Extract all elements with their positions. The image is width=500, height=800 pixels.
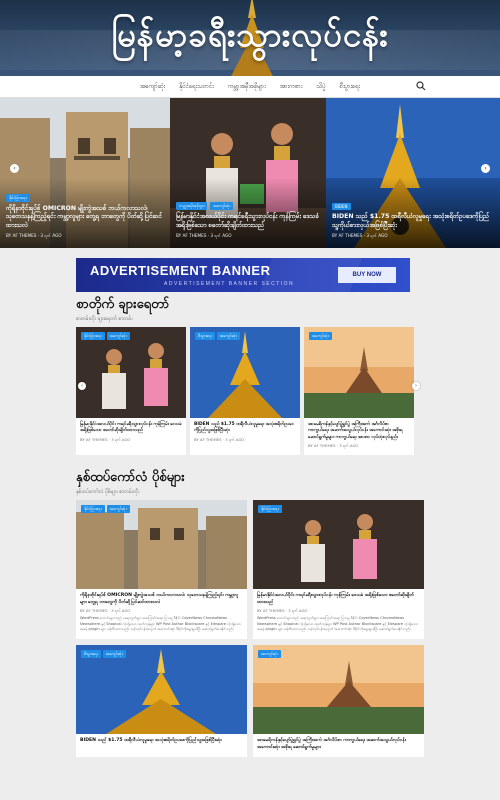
- slide-1[interactable]: နိုင်ငံခြားရေး ကိုရိုနာဗိုင်းရပ်စ် OMICR…: [0, 98, 170, 248]
- post-card[interactable]: အကျော်ဆုံး အာမေရိကန်နှင့်ပျော်ပွဲရွှင်ပွ…: [253, 645, 424, 758]
- slide-3-meta: BY AF THEMES · 3 ရက် AGO: [332, 233, 388, 238]
- two-column-grid: နိုင်ငံခြားရေး အကျော်ဆုံး ကိုရိုနာဗိုင်း…: [76, 500, 424, 639]
- slide-2-meta: BY AF THEMES · 3 ရက် AGO: [176, 233, 232, 238]
- slide-1-title[interactable]: ကိုရိုနာဗိုင်းရပ်စ် OMICRON မျိုးကွဲအသစ်…: [6, 205, 164, 230]
- two-column-section: နှစ်ထပ်ကော်လံ ပိုစ်များ နှစ်ထပ်ကော်လံ ပိ…: [0, 469, 500, 758]
- post-meta: BY AF THEMES · 3 ရက် AGO: [80, 608, 131, 614]
- slide-1-meta: BY AF THEMES · 3 ရက် AGO: [6, 233, 62, 238]
- section-title: နှစ်ထပ်ကော်လံ ပိုစ်များ: [76, 470, 185, 485]
- kayan-women-image: [76, 327, 186, 418]
- post-title[interactable]: BIDEN သည် $1.75 ထရီလီယံလူမှုရေး အသုံးစရိ…: [194, 422, 296, 435]
- category-tag[interactable]: အကျော်ဆုံး: [258, 650, 281, 658]
- post-title[interactable]: ကိုရိုနာဗိုင်းရပ်စ် OMICRON မျိုးကွဲအသစ်…: [80, 593, 243, 606]
- category-tag[interactable]: အကျော်ဆုံး: [102, 650, 126, 658]
- category-tag[interactable]: စီးပွားရေး: [81, 650, 101, 658]
- post-title[interactable]: မြန်မာနိုင်ငံအလယ်ပိုင်း ကရင်ခရီးသွားလုပ်…: [80, 422, 182, 435]
- post-title[interactable]: မြန်မာနိုင်ငံအလယ်ပိုင်း ကရင်ခရီးသွားလုပ်…: [257, 593, 420, 606]
- bagan-temple-image: [253, 645, 424, 734]
- slide-3[interactable]: BIDEN BIDEN သည် $1.75 ထရီလီယံလူမှုရေး အသ…: [326, 98, 500, 248]
- post-card[interactable]: နိုင်ငံခြားရေး အကျော်ဆုံး မြန်မာနိုင်ငံအ…: [76, 327, 186, 455]
- search-icon[interactable]: [416, 81, 426, 91]
- slide-2-title[interactable]: မြန်မာနိုင်ငံအလယ်ပိုင်း ကရင်ခရီးသွားလုပ်…: [176, 213, 320, 230]
- post-card[interactable]: အကျော်ဆုံး အာမေရိကန်နှင့်ပျော်ပွဲရွှင်ပွ…: [304, 327, 414, 455]
- post-meta: BY AF THEMES · 3 ရက် AGO: [80, 436, 131, 442]
- post-excerpt: WordPress ကောင်းများသည် ပရောဂျက်များ အကြ…: [80, 616, 241, 632]
- ad-subtitle: ADVERTISEMENT BANNER SECTION: [164, 281, 295, 287]
- street-buildings-image: [76, 500, 247, 589]
- category-tag[interactable]: နိုင်ငံခြားရေး: [81, 332, 105, 340]
- category-tag[interactable]: BIDEN: [332, 203, 351, 211]
- slide-1-caption: နိုင်ငံခြားရေး ကိုရိုနာဗိုင်းရပ်စ် OMICR…: [6, 193, 164, 240]
- nav-item-5[interactable]: သိပ္ပံ: [316, 82, 325, 91]
- post-card[interactable]: နိုင်ငံခြားရေး မြန်မာနိုင်ငံအလယ်ပိုင်း က…: [253, 500, 424, 639]
- section-subtitle: နှစ်ထပ်ကော်လံ ပိုစ်များ စာတမ်းတိုး: [76, 489, 140, 495]
- post-card[interactable]: နိုင်ငံခြားရေး အကျော်ဆုံး ကိုရိုနာဗိုင်း…: [76, 500, 247, 639]
- nav-item-3[interactable]: ကမ္ဘာ့အမှီအခိုများ: [228, 82, 266, 91]
- main-nav: အကျော်ဆုံး နိုင်ငံရေးသတင်း ကမ္ဘာ့အမှီအခိ…: [0, 76, 500, 98]
- slide-3-title[interactable]: BIDEN သည် $1.75 ထရီလီယံလူမှုရေး အသုံးစရိ…: [332, 213, 494, 230]
- section-title: စာတိုက် ချားရေတာ်: [76, 297, 170, 312]
- ad-heading: ADVERTISEMENT BANNER: [90, 263, 271, 278]
- ad-banner[interactable]: ADVERTISEMENT BANNER ADVERTISEMENT BANNE…: [76, 258, 410, 292]
- carousel-prev-arrow[interactable]: ‹: [78, 382, 86, 390]
- nav-item-2[interactable]: နိုင်ငံရေးသတင်း: [179, 82, 213, 91]
- kayan-women-image: [253, 500, 424, 589]
- page: မြန်မာ့ခရီးသွားလုပ်ငန်း အကျော်ဆုံး နိုင်…: [0, 0, 500, 800]
- category-tag[interactable]: အကျော်ဆုံး: [216, 332, 240, 340]
- post-meta: BY AF THEMES · 3 ရက် AGO: [194, 436, 245, 442]
- slider-next-arrow[interactable]: ›: [481, 164, 490, 173]
- nav-item-4[interactable]: အားကစား: [280, 82, 303, 91]
- category-tag[interactable]: အကျော်ဆုံး: [210, 202, 234, 211]
- slide-3-caption: BIDEN BIDEN သည် $1.75 ထရီလီယံလူမှုရေး အသ…: [332, 203, 494, 240]
- slide-2-caption: ကမ္ဘာ့အမှီအခိုများ အကျော်ဆုံး မြန်မာနိုင…: [176, 202, 320, 240]
- ad-section: ADVERTISEMENT BANNER ADVERTISEMENT BANNE…: [0, 248, 500, 294]
- category-tag[interactable]: နိုင်ငံခြားရေး: [6, 193, 30, 202]
- post-title[interactable]: အာမေရိကန်နှင့်ပျော်ပွဲရွှင်ပွဲ အကြီးအကဲ …: [257, 738, 420, 751]
- post-card[interactable]: စီးပွားရေး အကျော်ဆုံး BIDEN သည် $1.75 ထရ…: [190, 327, 300, 455]
- post-title[interactable]: အာမေရိကန်နှင့်ပျော်ပွဲရွှင်ပွဲ အကြီးအကဲ …: [308, 422, 410, 441]
- post-card[interactable]: စီးပွားရေး အကျော်ဆုံး BIDEN သည် $1.75 ထရ…: [76, 645, 247, 758]
- category-tag[interactable]: နိုင်ငံခြားရေး: [81, 505, 105, 513]
- category-tag[interactable]: ကမ္ဘာ့အမှီအခိုများ: [176, 202, 208, 211]
- post-title[interactable]: BIDEN သည် $1.75 ထရီလီယံလူမှုရေး အသုံးစရိ…: [80, 738, 243, 745]
- post-excerpt: WordPress ကောင်းများသည် ပရောဂျက်များ အကြ…: [257, 616, 418, 632]
- golden-pagoda-image: [76, 645, 247, 734]
- post-meta: BY AF THEMES · 3 ရက် AGO: [257, 608, 308, 614]
- nav-item-1[interactable]: အကျော်ဆုံး: [140, 82, 165, 91]
- site-header: မြန်မာ့ခရီးသွားလုပ်ငန်း: [0, 0, 500, 76]
- buy-now-button[interactable]: BUY NOW: [338, 267, 396, 283]
- category-tag[interactable]: နိုင်ငံခြားရေး: [258, 505, 282, 513]
- slider-prev-arrow[interactable]: ‹: [10, 164, 19, 173]
- post-meta: BY AF THEMES · 3 ရက် AGO: [308, 443, 359, 449]
- carousel-next-arrow[interactable]: ›: [412, 382, 420, 390]
- nav-item-6[interactable]: စီးပွားရေး: [340, 82, 361, 91]
- slide-2[interactable]: ကမ္ဘာ့အမှီအခိုများ အကျော်ဆုံး မြန်မာနိုင…: [170, 98, 326, 248]
- bagan-temple-image: [304, 327, 414, 418]
- section-subtitle: စာတမ်းတိုး ချားရေတာ် စာတမ်း: [76, 316, 133, 322]
- trending-section: စာတိုက် ချားရေတာ် စာတမ်းတိုး ချားရေတာ် စ…: [0, 296, 500, 455]
- golden-pagoda-image: [190, 327, 300, 418]
- two-column-grid-row-2: စီးပွားရေး အကျော်ဆုံး BIDEN သည် $1.75 ထရ…: [76, 645, 424, 758]
- category-tag[interactable]: အကျော်ဆုံး: [106, 332, 130, 340]
- featured-slider: နိုင်ငံခြားရေး ကိုရိုနာဗိုင်းရပ်စ် OMICR…: [0, 98, 500, 248]
- trending-carousel: နိုင်ငံခြားရေး အကျော်ဆုံး မြန်မာနိုင်ငံအ…: [76, 327, 424, 455]
- category-tag[interactable]: အကျော်ဆုံး: [106, 505, 130, 513]
- site-title[interactable]: မြန်မာ့ခရီးသွားလုပ်ငန်း: [0, 14, 500, 63]
- category-tag[interactable]: အကျော်ဆုံး: [309, 332, 332, 340]
- category-tag[interactable]: စီးပွားရေး: [195, 332, 215, 340]
